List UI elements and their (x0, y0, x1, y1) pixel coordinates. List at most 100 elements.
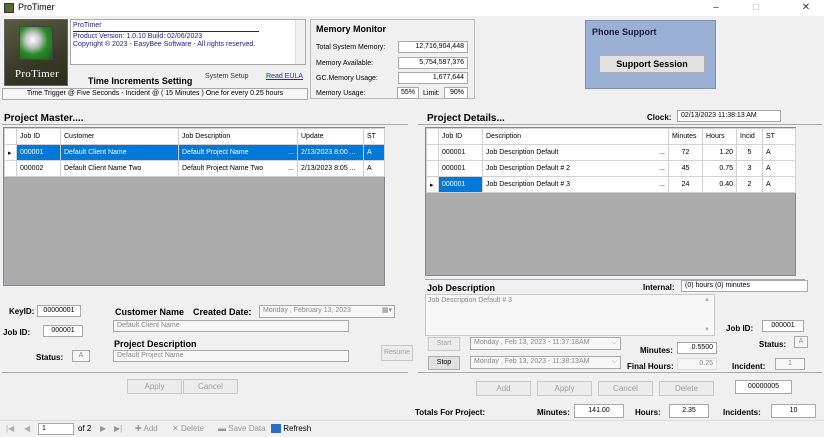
jobid-label: Job ID: (3, 328, 31, 337)
column-header[interactable]: Hours (702, 128, 737, 145)
keyid-field[interactable]: 00000001 (37, 305, 81, 317)
column-header[interactable]: Customer (60, 128, 179, 145)
created-date-picker[interactable]: Monday , February 13, 2023 ▦▾ (259, 305, 395, 318)
table-cell[interactable]: 2/13/2023 8:05 ... (297, 160, 364, 177)
row-selector[interactable] (426, 144, 439, 161)
resume-button[interactable]: Resume (381, 345, 413, 361)
table-cell[interactable]: 000001 (438, 160, 483, 177)
refresh-button[interactable]: Refresh (271, 424, 311, 434)
table-cell[interactable]: Default Project Name... (178, 144, 298, 161)
move-next-button[interactable]: ▶ (100, 424, 106, 433)
incident-label: Incident: (732, 362, 766, 371)
table-cell-selected[interactable]: 000001 (438, 176, 483, 193)
column-header[interactable]: ST (363, 128, 385, 145)
table-cell[interactable]: 3 (736, 160, 763, 177)
table-cell[interactable]: A (363, 144, 385, 161)
position-field[interactable]: 1 (38, 423, 74, 435)
table-cell[interactable]: 5 (736, 144, 763, 161)
row-selector[interactable]: ▸ (426, 176, 439, 193)
start-time-picker[interactable]: Monday , Feb 13, 2023 - 11:37:18AM ⌵ (470, 337, 621, 350)
table-cell[interactable]: 000001 (438, 144, 483, 161)
column-header[interactable]: Job ID (16, 128, 61, 145)
table-row[interactable]: ▸ 000001 Job Description Default # 3... … (426, 176, 796, 193)
table-cell[interactable]: 72 (668, 144, 703, 161)
table-cell[interactable]: A (762, 176, 796, 193)
project-master-table: Job ID Customer Job Description Update S… (4, 128, 385, 177)
column-header[interactable]: Description (482, 128, 669, 145)
table-cell[interactable]: 45 (668, 160, 703, 177)
table-cell[interactable]: 2/13/2023 8:00 ... (297, 144, 364, 161)
table-cell[interactable]: A (363, 160, 385, 177)
status-field[interactable]: A (794, 336, 808, 348)
table-cell[interactable]: Default Client Name Two (60, 160, 179, 177)
table-cell[interactable]: Default Client Name (60, 144, 179, 161)
scroll-down-icon[interactable]: ▼ (704, 327, 710, 333)
table-cell[interactable]: Job Description Default... (482, 144, 669, 161)
status-field[interactable]: A (72, 350, 90, 362)
column-header[interactable]: Job ID (438, 128, 483, 145)
table-row[interactable]: 000001 Job Description Default... 72 1.2… (426, 144, 796, 161)
table-row[interactable]: 000002 Default Client Name Two Default P… (4, 160, 385, 177)
move-last-button[interactable]: ▶| (114, 424, 122, 433)
table-cell[interactable]: 1.20 (702, 144, 737, 161)
table-cell[interactable]: Job Description Default # 2... (482, 160, 669, 177)
column-header[interactable]: Job Description (178, 128, 298, 145)
jobid-field[interactable]: 000001 (43, 325, 83, 337)
delete-button[interactable]: Delete (659, 381, 714, 396)
read-eula-link[interactable]: Read EULA (266, 73, 303, 80)
add-new-label: Add (143, 424, 158, 433)
job-description-field[interactable]: Job Description Default # 3 ▲ ▼ (425, 294, 715, 336)
table-cell[interactable]: 0.75 (702, 160, 737, 177)
table-cell[interactable]: Job Description Default # 3... (482, 176, 669, 193)
chevron-down-icon[interactable]: ⌵ (612, 357, 617, 367)
row-selector[interactable] (4, 160, 17, 177)
jobid-field[interactable]: 000001 (762, 320, 804, 332)
close-button[interactable]: ✕ (788, 0, 824, 16)
calendar-icon[interactable]: ▦▾ (382, 306, 392, 316)
support-session-button[interactable]: Support Session (599, 55, 705, 73)
chevron-down-icon[interactable]: ⌵ (612, 338, 617, 348)
system-setup-link[interactable]: System Setup (205, 73, 249, 80)
maximize-button[interactable]: □ (738, 0, 774, 16)
table-cell[interactable]: 000002 (16, 160, 61, 177)
column-header[interactable]: ST (762, 128, 796, 145)
table-cell[interactable]: 2 (736, 176, 763, 193)
minimize-button[interactable]: – (698, 0, 734, 16)
cancel-button[interactable]: Cancel (598, 381, 653, 396)
column-header[interactable]: Update (297, 128, 364, 145)
table-row[interactable]: ▸ 000001 Default Client Name Default Pro… (4, 144, 385, 161)
start-button[interactable]: Start (428, 337, 460, 351)
project-details-title: Project Details... (427, 113, 505, 124)
column-header[interactable]: Minutes (668, 128, 703, 145)
project-description-field[interactable]: Default Project Name (113, 350, 349, 362)
row-selector[interactable] (426, 160, 439, 177)
stop-button[interactable]: Stop (428, 356, 460, 370)
row-selector[interactable]: ▸ (4, 144, 17, 161)
column-header[interactable]: Incid (736, 128, 763, 145)
cancel-button[interactable]: Cancel (183, 379, 238, 394)
table-cell[interactable]: 0.40 (702, 176, 737, 193)
apply-button[interactable]: Apply (127, 379, 182, 394)
stop-time-picker[interactable]: Monday , Feb 13, 2023 - 11:38:13AM ⌵ (470, 356, 621, 369)
delete-item-button[interactable]: ✕ Delete (172, 424, 204, 433)
move-first-button[interactable]: |◀ (6, 424, 14, 433)
scroll-up-icon[interactable]: ▲ (704, 297, 710, 303)
table-row[interactable]: 000001 Job Description Default # 2... 45… (426, 160, 796, 177)
info-scrollbar[interactable] (295, 20, 305, 64)
apply-button[interactable]: Apply (537, 381, 592, 396)
table-cell[interactable]: Default Project Name Two... (178, 160, 298, 177)
stop-time-value: Monday , Feb 13, 2023 - 11:38:13AM (474, 358, 590, 365)
limit-value[interactable]: 90% (444, 87, 468, 99)
table-cell[interactable]: 000001 (16, 144, 61, 161)
add-new-item-button[interactable]: ✚ Add (135, 424, 158, 433)
project-details-grid[interactable]: Job ID Description Minutes Hours Incid S… (425, 127, 796, 276)
project-master-grid[interactable]: Job ID Customer Job Description Update S… (3, 127, 385, 286)
ellipsis-icon: ... (659, 165, 665, 172)
add-button[interactable]: Add (476, 381, 531, 396)
table-cell[interactable]: A (762, 144, 796, 161)
customer-name-field[interactable]: Default Client Name (113, 320, 349, 332)
move-previous-button[interactable]: ◀ (24, 424, 30, 433)
table-cell[interactable]: 24 (668, 176, 703, 193)
save-data-button[interactable]: ▬ Save Data (218, 424, 266, 433)
table-cell[interactable]: A (762, 160, 796, 177)
